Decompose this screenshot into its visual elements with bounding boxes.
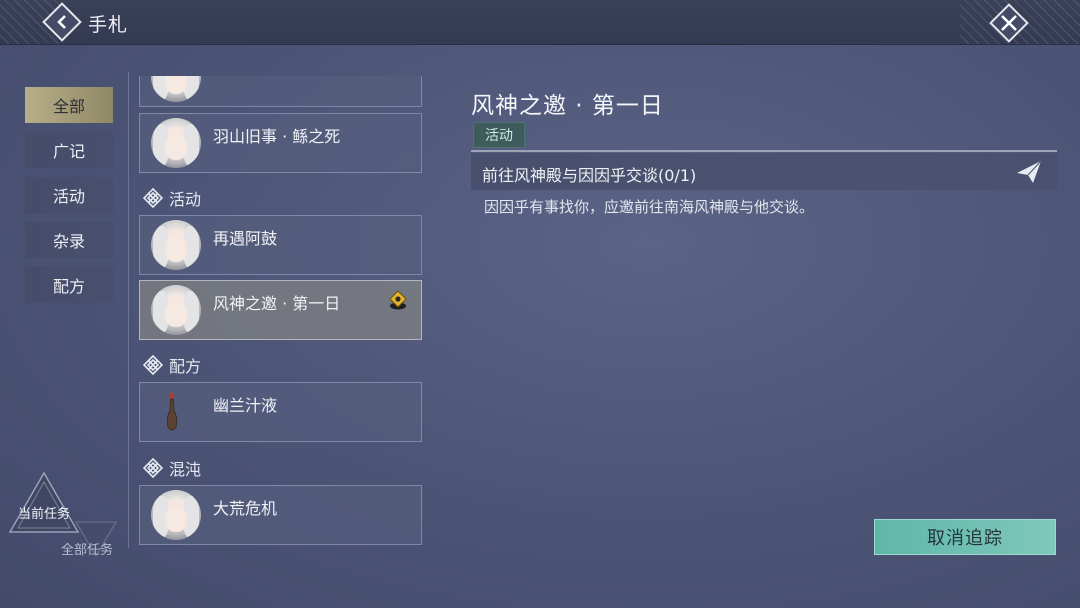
objective-text: 前往风神殿与因因乎交谈(0/1) [482,166,697,185]
quest-description: 因因乎有事找你，应邀前往南海风神殿与他交谈。 [484,198,815,216]
quest-card[interactable] [139,76,422,107]
character-portrait [151,220,201,270]
all-quests-label[interactable]: 全部任务 [61,539,113,558]
tracking-marker-icon [389,290,407,310]
category-tab-guangji[interactable]: 广记 [25,132,113,168]
quest-card[interactable]: 再遇阿鼓 [139,215,422,275]
category-tab-misc[interactable]: 杂录 [25,222,113,258]
category-tab-recipes[interactable]: 配方 [25,267,113,303]
section-header-chaos: 混沌 [143,456,201,480]
knot-icon [143,355,163,375]
cancel-tracking-button[interactable]: 取消追踪 [874,519,1056,555]
page-title: 手札 [88,14,129,36]
paper-plane-icon[interactable] [1016,160,1042,184]
quest-name: 羽山旧事 · 鲧之死 [213,127,341,146]
quest-card-selected[interactable]: 风神之邀 · 第一日 [139,280,422,340]
quest-objective[interactable]: 前往风神殿与因因乎交谈(0/1) [471,153,1057,190]
section-header-recipes: 配方 [143,353,201,377]
quest-list[interactable]: 羽山旧事 · 鲧之死 活动 再遇阿鼓 风神之邀 · 第一日 配方 幽兰汁液 混沌… [139,76,424,556]
quest-type-tag: 活动 [473,122,525,148]
close-button[interactable] [989,3,1029,43]
quest-name: 风神之邀 · 第一日 [213,294,341,313]
quest-card[interactable]: 大荒危机 [139,485,422,545]
top-bar: 手札 [0,0,1080,45]
quest-card[interactable]: 羽山旧事 · 鲧之死 [139,113,422,173]
character-portrait [151,76,201,102]
quest-name: 再遇阿鼓 [213,229,278,248]
quest-name: 幽兰汁液 [213,396,278,415]
divider [471,150,1057,152]
character-portrait [151,118,201,168]
character-portrait [151,285,201,335]
quest-detail-title: 风神之邀 · 第一日 [471,93,664,119]
category-tab-all[interactable]: 全部 [25,87,113,123]
knot-icon [143,458,163,478]
quest-name: 大荒危机 [213,499,278,518]
section-label: 活动 [169,190,202,209]
divider [128,72,129,548]
vase-icon [166,393,178,431]
close-icon [1001,15,1017,31]
category-tab-events[interactable]: 活动 [25,177,113,213]
back-button[interactable] [42,2,82,42]
section-label: 混沌 [169,460,202,479]
current-quests-label[interactable]: 当前任务 [18,503,70,522]
chevron-left-icon [57,15,66,29]
quest-card[interactable]: 幽兰汁液 [139,382,422,442]
quest-mode-toggle[interactable]: 当前任务 全部任务 [6,470,126,565]
knot-icon [143,188,163,208]
character-portrait [151,490,201,540]
section-header-events: 活动 [143,186,201,210]
category-nav: 全部 广记 活动 杂录 配方 [25,87,115,312]
section-label: 配方 [169,357,202,376]
